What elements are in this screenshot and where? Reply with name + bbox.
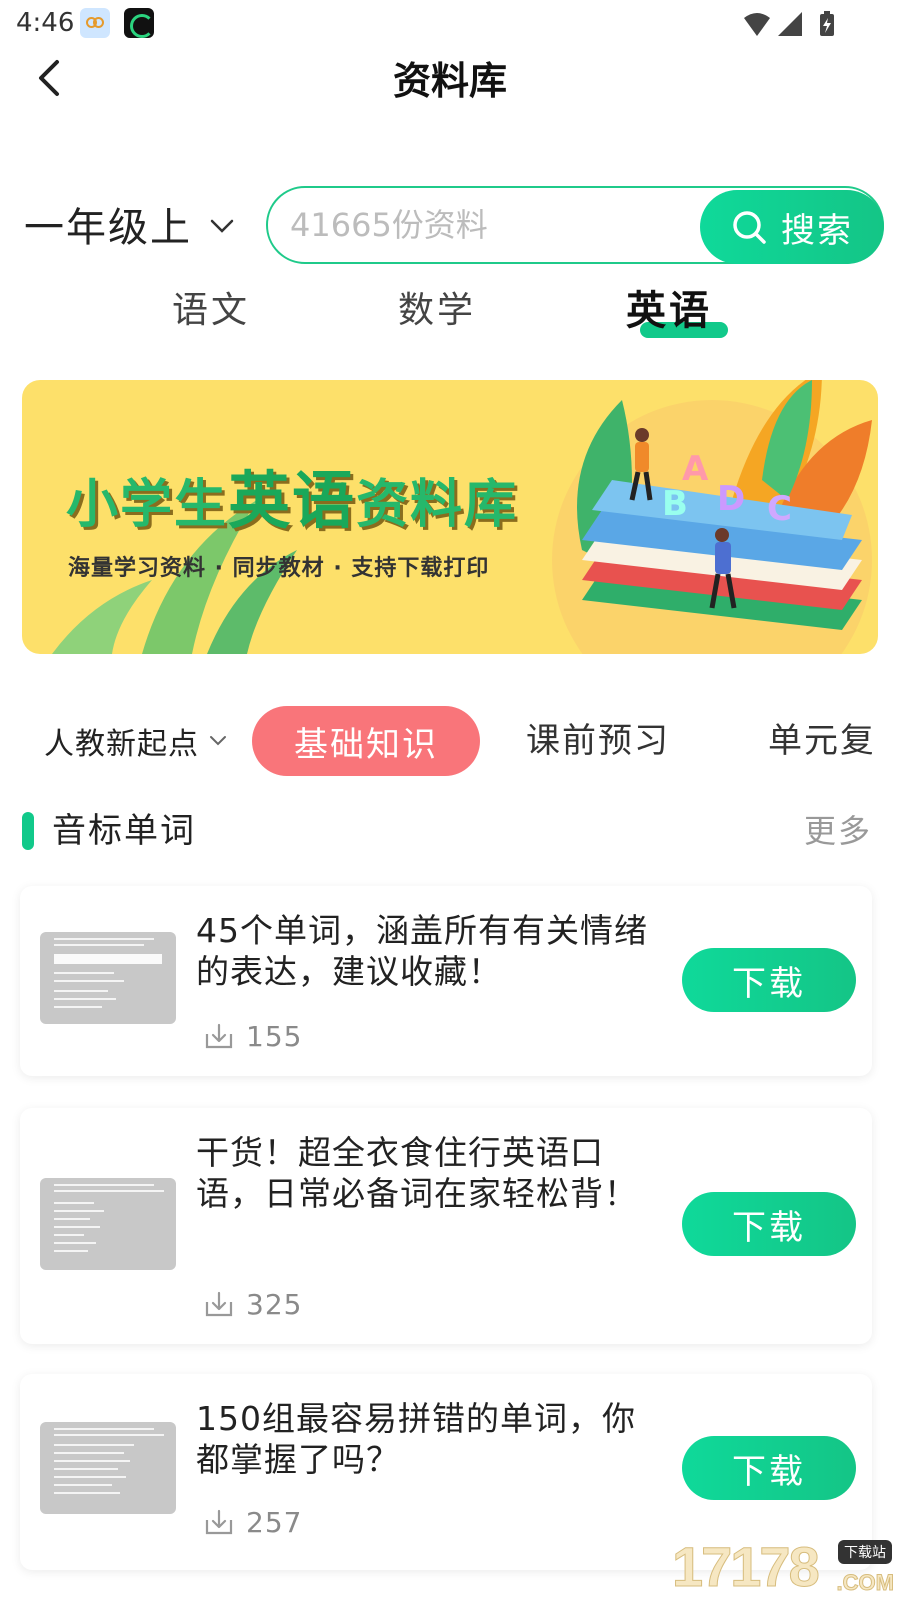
download-count-value: 155 [246,1019,303,1053]
edition-label: 人教新起点 [44,727,199,762]
status-time: 4:46 [16,8,75,38]
edition-select[interactable]: 人教新起点 [44,716,227,766]
section-title: 音标单词 [52,811,196,851]
download-icon [205,1509,233,1535]
item-title: 150组最容易拼错的单词，你都掌握了吗？ [196,1399,636,1479]
download-count-value: 325 [246,1287,303,1321]
list-item[interactable]: 45个单词，涵盖所有有关情绪的表达，建议收藏！ 155 下载 [20,886,872,1076]
signal-icon [778,12,802,36]
list-item[interactable]: 干货！超全衣食住行英语口语，日常必备词在家轻松背！ 325 下载 [20,1108,872,1344]
tab-english-label: 英语 [626,288,712,334]
watermark-text: 17178 [672,1535,821,1599]
search-box: 搜索 [266,186,884,264]
search-button[interactable]: 搜索 [700,190,884,264]
item-title: 45个单词，涵盖所有有关情绪的表达，建议收藏！ [196,911,648,991]
search-icon [733,211,766,244]
category-tab-review[interactable]: 单元复 [768,712,872,770]
svg-text:D: D [717,479,745,519]
banner-title-highlight: 英语 [228,464,357,537]
page: 4:46 资料库 一年级上 41665份资料 搜索 语文 数学 英语 小学生英语… [0,0,900,1600]
download-icon [205,1291,233,1317]
wifi-icon [744,13,770,36]
books-illustration: A B D C [552,380,872,654]
banner-title-suffix: 资料库 [356,475,519,535]
watermark-suffix: .COM [836,1570,894,1596]
item-title: 干货！超全衣食住行英语口语，日常必备词在家轻松背！ [196,1133,638,1213]
status-bar: 4:46 [0,0,900,50]
status-icons [744,11,834,36]
download-count: 155 [204,1016,302,1056]
document-thumbnail [40,1422,176,1514]
battery-icon [820,11,834,36]
category-tab-basics[interactable]: 基础知识 [252,706,480,776]
svg-text:A: A [682,449,709,489]
tab-math[interactable]: 数学 [398,284,476,338]
banner-title-prefix: 小学生 [66,475,229,535]
sleep-app-icon [124,8,154,38]
page-title: 资料库 [392,59,507,103]
chevron-down-icon [210,219,234,233]
search-input[interactable] [290,200,670,250]
promo-banner[interactable]: 小学生英语资料库 海量学习资料 · 同步教材 · 支持下载打印 A B D C [22,380,878,654]
app-notification-icon [80,8,110,38]
download-button[interactable]: 下载 [682,948,856,1012]
svg-text:B: B [662,484,688,524]
download-count: 325 [204,1284,302,1324]
watermark-tag: 下载站 [838,1540,892,1564]
banner-title: 小学生英语资料库 [66,450,518,540]
tab-english[interactable]: 英语 [626,284,712,338]
site-watermark: 17178 下载站 .COM [672,1532,900,1600]
svg-text:C: C [767,489,792,529]
section-accent-bar [22,812,34,850]
download-button[interactable]: 下载 [682,1192,856,1256]
search-button-label: 搜索 [781,210,853,251]
tab-chinese[interactable]: 语文 [172,284,250,338]
download-button[interactable]: 下载 [682,1436,856,1500]
download-count: 257 [204,1502,302,1542]
banner-subtitle: 海量学习资料 · 同步教材 · 支持下载打印 [68,556,490,581]
document-thumbnail [40,932,176,1024]
grade-label: 一年级上 [24,205,192,251]
section-more-link[interactable]: 更多 [804,806,872,856]
document-thumbnail [40,1178,176,1270]
category-tab-preview[interactable]: 课前预习 [526,712,670,770]
download-count-value: 257 [246,1505,303,1539]
grade-select[interactable]: 一年级上 [24,194,234,254]
download-icon [205,1023,233,1049]
chevron-down-icon [210,736,226,746]
category-tab-review-clip: 单元复 [760,700,872,780]
